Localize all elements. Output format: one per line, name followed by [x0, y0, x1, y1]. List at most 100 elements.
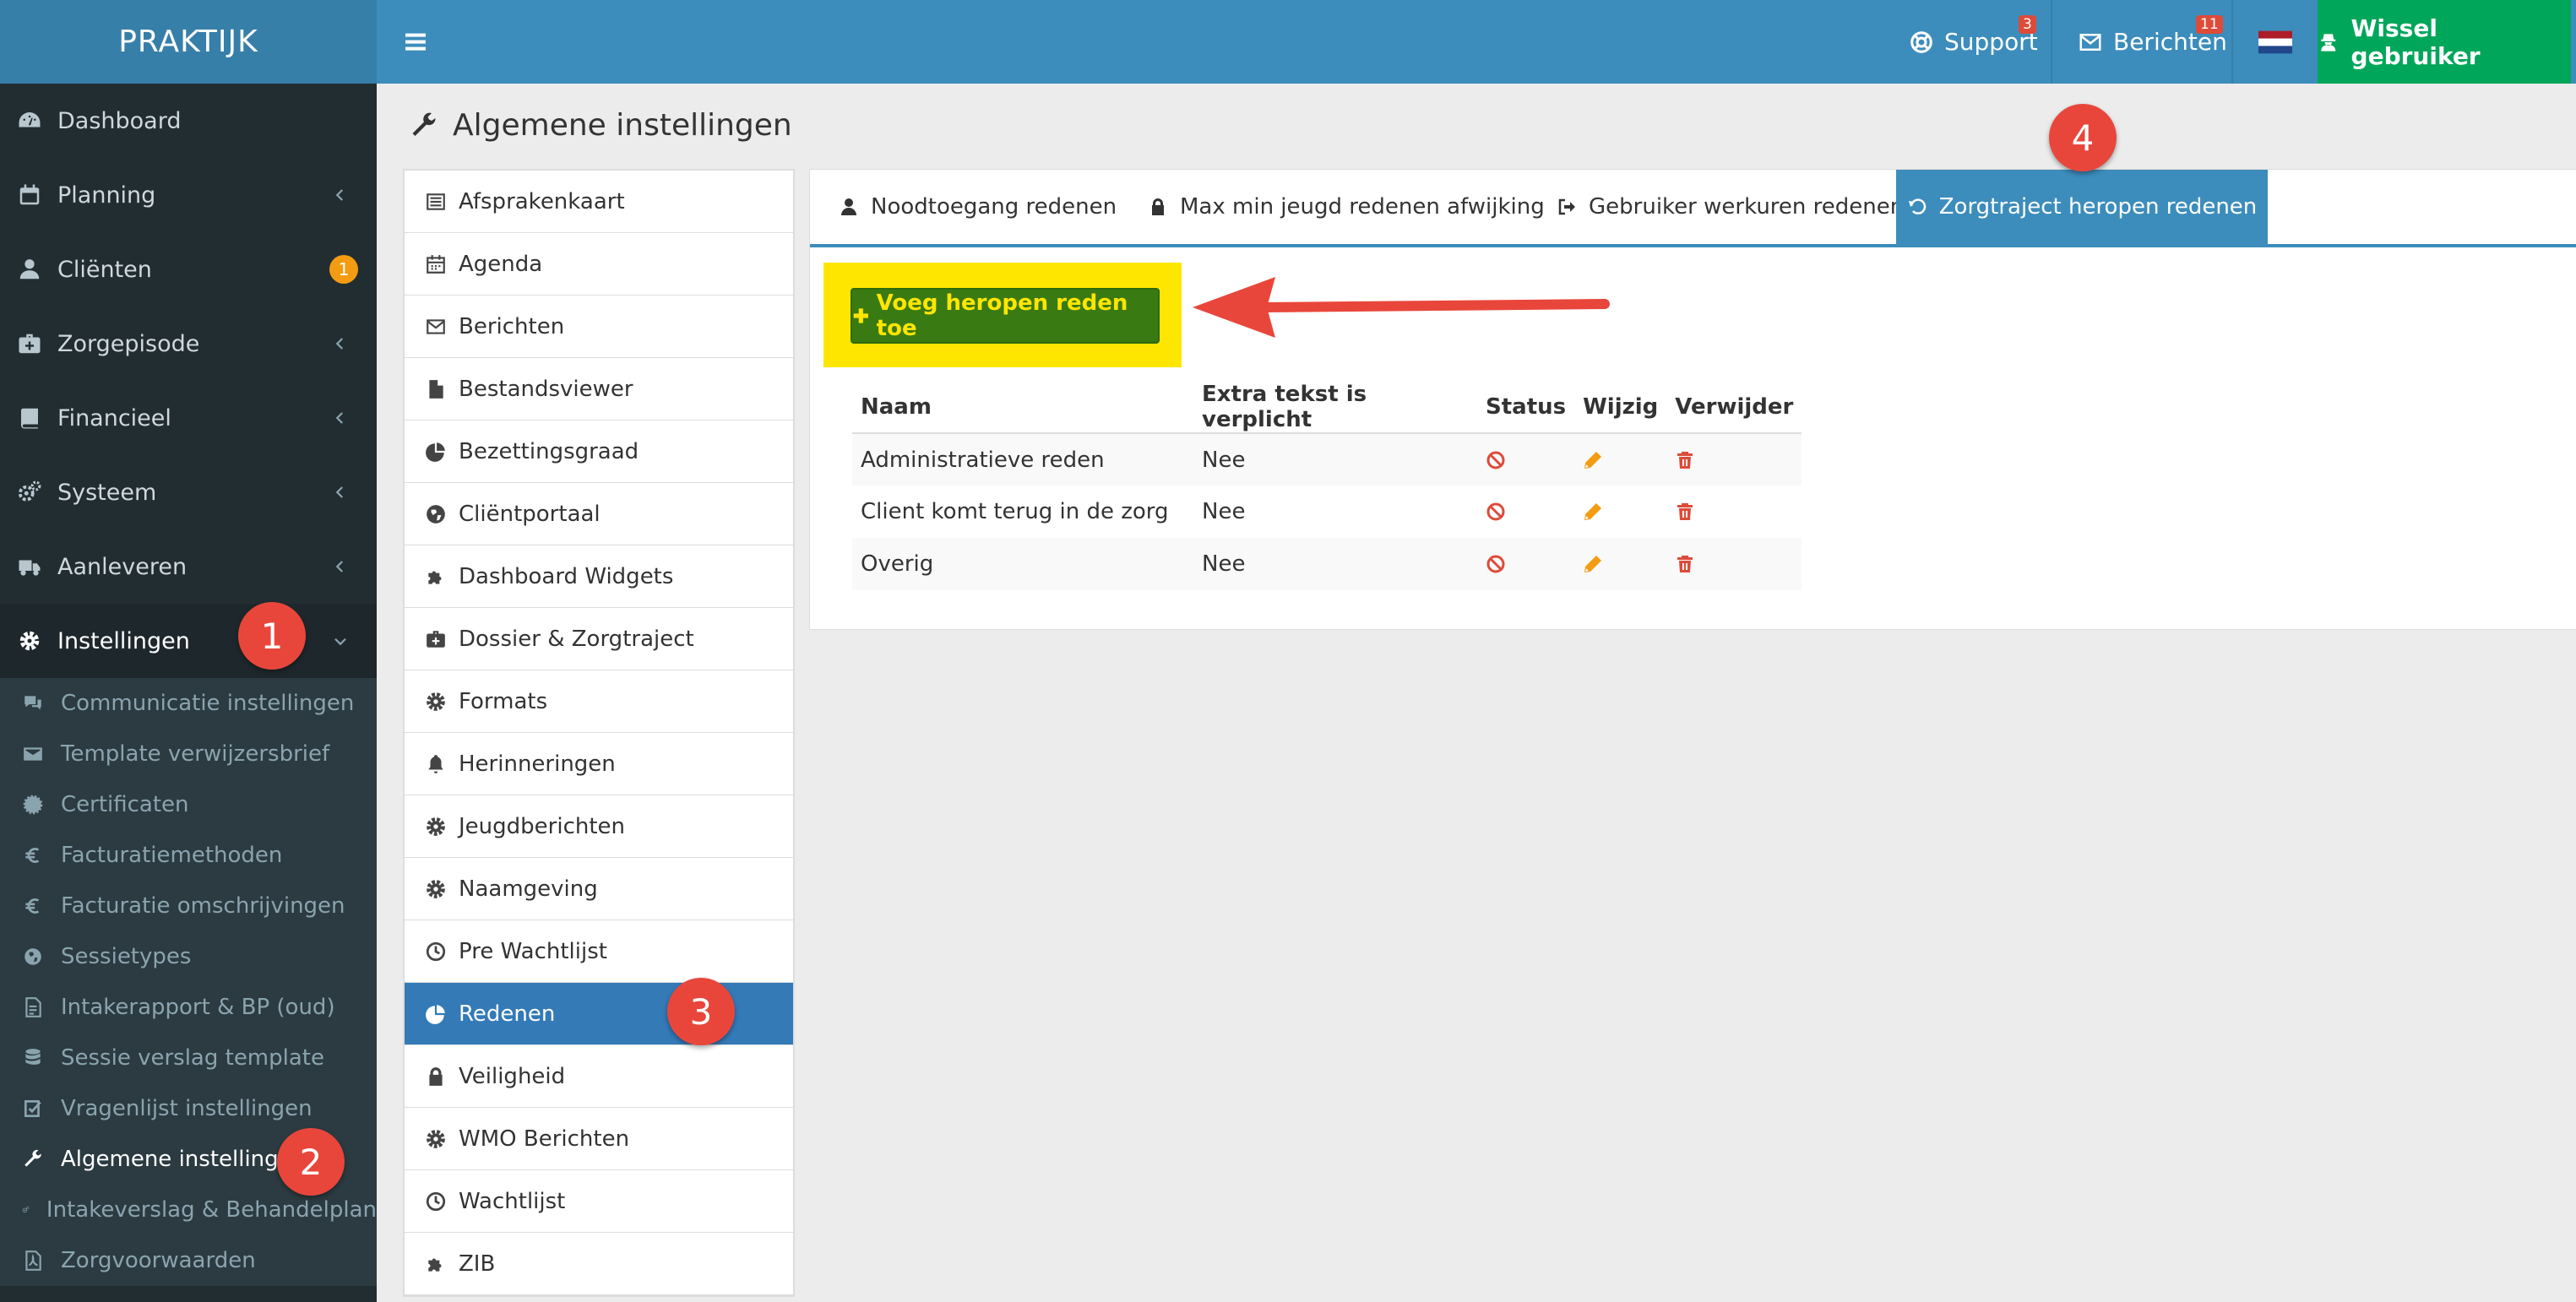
submenu-label: Sessie verslag template — [61, 1045, 324, 1071]
sidebar-item-instellingen[interactable]: Instellingen — [0, 604, 377, 678]
trash-icon[interactable] — [1675, 450, 1695, 470]
settings-item-herinneringen[interactable]: Herinneringen — [405, 733, 793, 795]
settings-item-afsprakenkaart[interactable]: Afsprakenkaart — [405, 171, 793, 233]
submenu-sessie-verslag-template[interactable]: Sessie verslag template — [0, 1033, 377, 1083]
submenu-communicatie-instellingen[interactable]: Communicatie instellingen — [0, 678, 377, 729]
support-link[interactable]: Support — [1909, 0, 2038, 84]
tab-label: Max min jeugd redenen afwijking — [1180, 194, 1545, 220]
chevron-down-icon — [334, 637, 346, 646]
ban-icon[interactable] — [1486, 554, 1506, 574]
add-heropen-reden-button[interactable]: Voeg heropen reden toe — [851, 288, 1160, 344]
annotation-number-3: 3 — [667, 978, 735, 1045]
gear-icon — [19, 631, 40, 651]
cell-naam: Client komt terug in de zorg — [861, 499, 1169, 524]
sidebar-item-planning[interactable]: Planning — [0, 158, 377, 232]
annotation-number-1: 1 — [238, 602, 306, 670]
chevron-left-icon — [335, 561, 344, 572]
submenu-intakerapport[interactable]: Intakerapport & BP (oud) — [0, 982, 377, 1033]
settings-item-wmo-berichten[interactable]: WMO Berichten — [405, 1108, 793, 1170]
sidebar: PRAKTIJK Dashboard Planning Cliënten 1 Z… — [0, 0, 377, 1302]
sidebar-item-dashboard[interactable]: Dashboard — [0, 84, 377, 158]
redenen-tabs: Noodtoegang redenen Max min jeugd redene… — [810, 170, 2576, 247]
list-alt-icon — [427, 193, 445, 210]
col-extra-tekst: Extra tekst is verplicht — [1193, 381, 1477, 434]
tab-gebruiker-werkuren-redenen[interactable]: Gebruiker werkuren redenen — [1557, 170, 1904, 244]
table-header-row: Naam Extra tekst is verplicht Status Wij… — [852, 381, 1802, 434]
calendar-icon — [19, 184, 40, 205]
clienten-count-badge: 1 — [329, 255, 358, 284]
settings-item-redenen[interactable]: Redenen — [405, 983, 793, 1045]
ban-icon[interactable] — [1486, 450, 1506, 470]
sidebar-item-aanleveren[interactable]: Aanleveren — [0, 529, 377, 604]
submenu-label: Facturatiemethoden — [61, 843, 283, 868]
pencil-icon[interactable] — [1583, 554, 1603, 574]
hamburger-menu-icon[interactable] — [402, 28, 429, 55]
sidebar-item-systeem[interactable]: Systeem — [0, 455, 377, 529]
language-switch[interactable] — [2258, 0, 2292, 84]
submenu-sessietypes[interactable]: Sessietypes — [0, 931, 377, 982]
settings-item-wachtlijst[interactable]: Wachtlijst — [405, 1170, 793, 1233]
settings-item-bezettingsgraad[interactable]: Bezettingsgraad — [405, 420, 793, 483]
cell-verwijder — [1666, 538, 1802, 590]
settings-item-berichten[interactable]: Berichten — [405, 296, 793, 358]
sidebar-item-financieel[interactable]: Financieel — [0, 381, 377, 455]
tab-max-min-jeugd-redenen[interactable]: Max min jeugd redenen afwijking — [1148, 170, 1545, 244]
settings-item-jeugdberichten[interactable]: Jeugdberichten — [405, 795, 793, 858]
ban-icon[interactable] — [1486, 502, 1506, 522]
lock-icon — [1152, 198, 1164, 215]
cell-wijzig — [1574, 538, 1667, 590]
settings-item-zib[interactable]: ZIB — [405, 1233, 793, 1295]
submenu-certificaten[interactable]: Certificaten — [0, 779, 377, 830]
pencil-icon[interactable] — [1583, 502, 1603, 522]
col-verwijder: Verwijder — [1666, 381, 1802, 434]
submenu-vragenlijst-instellingen[interactable]: Vragenlijst instellingen — [0, 1083, 377, 1134]
submenu-facturatie-omschrijvingen[interactable]: Facturatie omschrijvingen — [0, 881, 377, 931]
pencil-icon[interactable] — [1583, 450, 1603, 470]
submenu-template-verwijzersbrief[interactable]: Template verwijzersbrief — [0, 729, 377, 779]
annotation-arrow — [1193, 277, 1610, 338]
puzzle-icon — [428, 571, 442, 584]
settings-item-label: Afsprakenkaart — [459, 188, 625, 214]
app-logo[interactable]: PRAKTIJK — [0, 0, 377, 84]
file-icon — [429, 379, 443, 399]
topbar-divider — [2051, 0, 2052, 84]
dutch-flag-icon — [2258, 30, 2292, 53]
submenu-label: Algemene instellingen — [61, 1147, 307, 1172]
submenu-label: Facturatie omschrijvingen — [61, 893, 345, 919]
tab-noodtoegang-redenen[interactable]: Noodtoegang redenen — [839, 170, 1117, 244]
settings-item-formats[interactable]: Formats — [405, 670, 793, 733]
cell-wijzig — [1574, 486, 1666, 538]
settings-item-label: Jeugdberichten — [459, 813, 626, 839]
submenu-zorgvoorwaarden[interactable]: Zorgvoorwaarden — [0, 1235, 377, 1286]
settings-item-bestandsviewer[interactable]: Bestandsviewer — [405, 358, 793, 420]
sidebar-item-label: Instellingen — [57, 627, 190, 654]
pie-chart-icon — [426, 442, 445, 462]
settings-item-label: Dossier & Zorgtraject — [459, 626, 694, 652]
sidebar-item-zorgepisode[interactable]: Zorgepisode — [0, 307, 377, 381]
wissel-gebruiker-button[interactable]: Wissel gebruiker — [2318, 0, 2571, 84]
settings-item-naamgeving[interactable]: Naamgeving — [405, 858, 793, 920]
tab-label: Noodtoegang redenen — [871, 194, 1117, 220]
settings-item-label: WMO Berichten — [459, 1126, 630, 1152]
settings-item-pre-wachtlijst[interactable]: Pre Wachtlijst — [405, 920, 793, 983]
instellingen-submenu: Communicatie instellingen Template verwi… — [0, 678, 377, 1286]
pdf-icon — [25, 1250, 41, 1271]
settings-item-veiligheid[interactable]: Veiligheid — [405, 1045, 793, 1108]
sign-out-icon — [1558, 198, 1575, 215]
trash-icon[interactable] — [1675, 502, 1695, 522]
table-row: Client komt terug in de zorg Nee — [852, 486, 1802, 538]
tab-zorgtraject-heropen-redenen[interactable]: Zorgtraject heropen redenen — [1896, 170, 2268, 244]
settings-item-agenda[interactable]: Agenda — [405, 233, 793, 296]
settings-item-clientportaal[interactable]: Cliëntportaal — [405, 483, 793, 545]
sidebar-item-label: Planning — [57, 182, 156, 209]
settings-item-label: Bestandsviewer — [459, 376, 633, 402]
cell-verwijder — [1666, 433, 1802, 486]
settings-item-dossier-zorgtraject[interactable]: Dossier & Zorgtraject — [405, 608, 793, 670]
submenu-facturatiemethoden[interactable]: Facturatiemethoden — [0, 830, 377, 881]
sidebar-item-clienten[interactable]: Cliënten 1 — [0, 232, 377, 307]
book-icon — [21, 408, 38, 429]
settings-item-label: Cliëntportaal — [459, 501, 601, 527]
trash-icon[interactable] — [1675, 554, 1695, 574]
settings-item-dashboard-widgets[interactable]: Dashboard Widgets — [405, 545, 793, 608]
berichten-link[interactable]: Berichten — [2078, 0, 2227, 84]
